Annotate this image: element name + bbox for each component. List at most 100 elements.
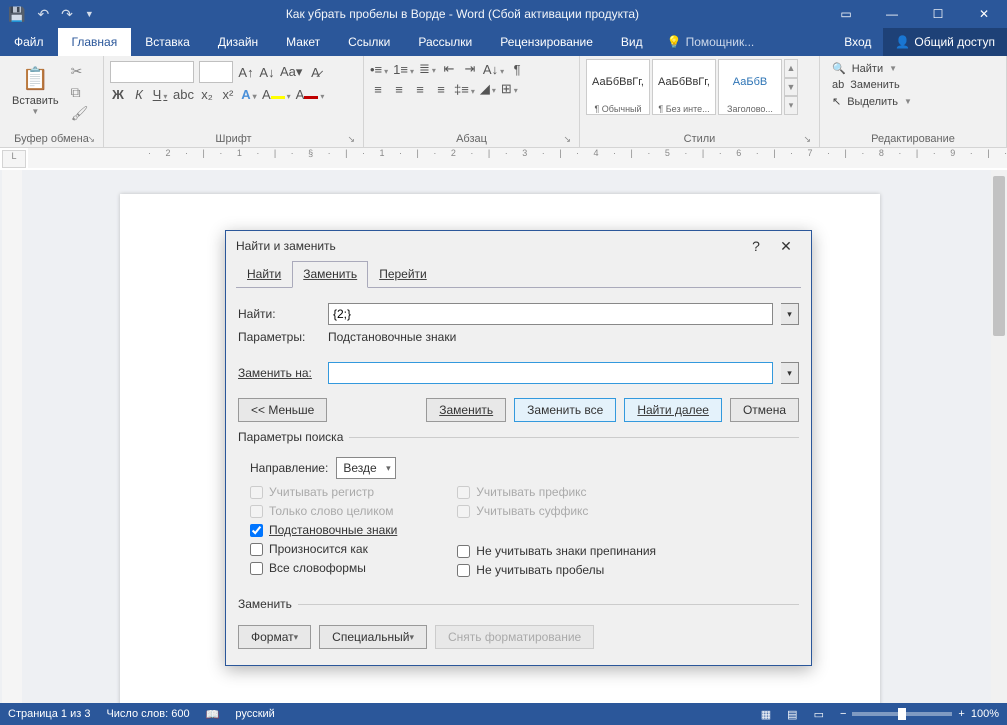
bold-button[interactable]: Ж (110, 87, 126, 102)
ruler-corner[interactable]: L (2, 150, 26, 168)
zoom-out-icon[interactable]: − (840, 708, 846, 720)
tab-mailings[interactable]: Рассылки (404, 28, 486, 56)
align-left-icon[interactable]: ≡ (370, 82, 386, 97)
close-icon[interactable]: ✕ (961, 0, 1007, 28)
save-icon[interactable]: 💾 (8, 6, 25, 23)
replace-one-button[interactable]: Заменить (426, 398, 506, 422)
vertical-scrollbar[interactable] (991, 170, 1007, 703)
align-right-icon[interactable]: ≡ (412, 82, 428, 97)
show-marks-icon[interactable]: ¶ (509, 62, 525, 77)
view-read-icon[interactable]: ▦ (761, 708, 771, 721)
select-button[interactable]: ↖Выделить ▼ (830, 94, 914, 109)
tell-me[interactable]: 💡Помощник... (657, 28, 765, 56)
view-print-icon[interactable]: ▤ (787, 708, 797, 721)
minimize-icon[interactable]: — (869, 0, 915, 28)
ruler-vertical[interactable] (2, 170, 22, 703)
cut-icon[interactable]: ✂ (71, 63, 89, 80)
status-page[interactable]: Страница 1 из 3 (8, 708, 90, 720)
clear-format-icon[interactable]: A̷ (307, 65, 323, 80)
tab-find[interactable]: Найти (236, 261, 292, 287)
ribbon-options-icon[interactable]: ▭ (823, 0, 869, 28)
format-button[interactable]: Формат (238, 625, 311, 649)
font-launcher-icon[interactable]: ↘ (347, 134, 355, 145)
word-forms-checkbox[interactable]: Все словоформы (250, 561, 397, 575)
justify-icon[interactable]: ≡ (433, 82, 449, 97)
shading-icon[interactable]: ◢ (480, 81, 496, 97)
find-next-button[interactable]: Найти далее (624, 398, 722, 422)
underline-button[interactable]: Ч (152, 87, 168, 102)
shrink-font-icon[interactable]: A↓ (259, 65, 275, 80)
cancel-button[interactable]: Отмена (730, 398, 799, 422)
borders-icon[interactable]: ⊞ (501, 81, 518, 97)
zoom-in-icon[interactable]: + (958, 708, 964, 720)
line-spacing-icon[interactable]: ‡≡ (454, 82, 475, 97)
style-heading1[interactable]: АаБбВЗаголово... (718, 59, 782, 115)
tab-references[interactable]: Ссылки (334, 28, 404, 56)
paste-button[interactable]: 📋 Вставить ▼ (6, 59, 65, 120)
tab-review[interactable]: Рецензирование (486, 28, 607, 56)
tab-home[interactable]: Главная (58, 28, 132, 56)
zoom-level[interactable]: 100% (971, 708, 999, 720)
bullets-icon[interactable]: •≡ (370, 62, 388, 77)
redo-icon[interactable]: ↷ (61, 6, 73, 23)
paragraph-launcher-icon[interactable]: ↘ (563, 134, 571, 145)
multilevel-icon[interactable]: ≣ (419, 61, 436, 77)
zoom-slider[interactable] (852, 712, 952, 716)
replace-input[interactable] (328, 362, 773, 384)
signin-button[interactable]: Вход (832, 28, 883, 56)
subscript-button[interactable]: x₂ (199, 87, 215, 102)
maximize-icon[interactable]: ☐ (915, 0, 961, 28)
qat-more-icon[interactable]: ▼ (85, 9, 94, 19)
highlight-icon[interactable]: A (262, 87, 291, 102)
find-button[interactable]: 🔍Найти ▼ (830, 61, 914, 76)
font-size-combo[interactable] (199, 61, 233, 83)
ignore-punct-checkbox[interactable]: Не учитывать знаки препинания (457, 544, 656, 558)
italic-button[interactable]: К (131, 87, 147, 102)
indent-icon[interactable]: ⇥ (462, 61, 478, 77)
copy-icon[interactable]: ⧉ (71, 84, 89, 101)
find-dropdown-icon[interactable]: ▾ (781, 303, 799, 325)
status-words[interactable]: Число слов: 600 (106, 708, 189, 720)
replace-button[interactable]: abЗаменить (830, 78, 914, 92)
format-painter-icon[interactable]: 🖌 (71, 105, 89, 122)
font-color-icon[interactable]: A (296, 87, 325, 102)
text-effects-icon[interactable]: A (241, 87, 257, 102)
less-button[interactable]: << Меньше (238, 398, 327, 422)
tab-view[interactable]: Вид (607, 28, 657, 56)
ignore-space-checkbox[interactable]: Не учитывать пробелы (457, 563, 656, 577)
style-no-spacing[interactable]: АаБбВвГг,¶ Без инте... (652, 59, 716, 115)
tab-goto[interactable]: Перейти (368, 261, 438, 287)
styles-up-icon[interactable]: ▲ (784, 59, 798, 78)
grow-font-icon[interactable]: A↑ (238, 65, 254, 80)
undo-icon[interactable]: ↶ (37, 6, 49, 23)
tab-file[interactable]: Файл (0, 28, 58, 56)
status-language[interactable]: русский (235, 708, 274, 720)
scrollbar-thumb[interactable] (993, 176, 1005, 336)
view-web-icon[interactable]: ▭ (814, 708, 824, 721)
find-input[interactable] (328, 303, 773, 325)
clipboard-launcher-icon[interactable]: ↘ (87, 134, 95, 145)
change-case-icon[interactable]: Aa▾ (280, 64, 302, 80)
style-normal[interactable]: АаБбВвГг,¶ Обычный (586, 59, 650, 115)
superscript-button[interactable]: x² (220, 87, 236, 102)
styles-launcher-icon[interactable]: ↘ (803, 134, 811, 145)
proofing-icon[interactable]: 📖 (206, 708, 220, 721)
styles-more-icon[interactable]: ▾ (784, 96, 798, 115)
sort-icon[interactable]: A↓ (483, 62, 504, 77)
align-center-icon[interactable]: ≡ (391, 82, 407, 97)
styles-down-icon[interactable]: ▼ (784, 78, 798, 97)
tab-layout[interactable]: Макет (272, 28, 334, 56)
tab-replace[interactable]: Заменить (292, 261, 368, 288)
ruler-horizontal[interactable]: · 2 · | · 1 · | · § · | · 1 · | · 2 · | … (28, 148, 1007, 168)
replace-dropdown-icon[interactable]: ▾ (781, 362, 799, 384)
share-button[interactable]: 👤Общий доступ (883, 28, 1007, 56)
wildcards-checkbox[interactable]: Подстановочные знаки (250, 523, 397, 537)
special-button[interactable]: Специальный (319, 625, 427, 649)
numbering-icon[interactable]: 1≡ (393, 62, 414, 77)
font-combo[interactable] (110, 61, 194, 83)
help-icon[interactable]: ? (741, 238, 771, 254)
sounds-like-checkbox[interactable]: Произносится как (250, 542, 397, 556)
dialog-close-icon[interactable]: ✕ (771, 238, 801, 255)
tab-design[interactable]: Дизайн (204, 28, 272, 56)
replace-all-button[interactable]: Заменить все (514, 398, 616, 422)
